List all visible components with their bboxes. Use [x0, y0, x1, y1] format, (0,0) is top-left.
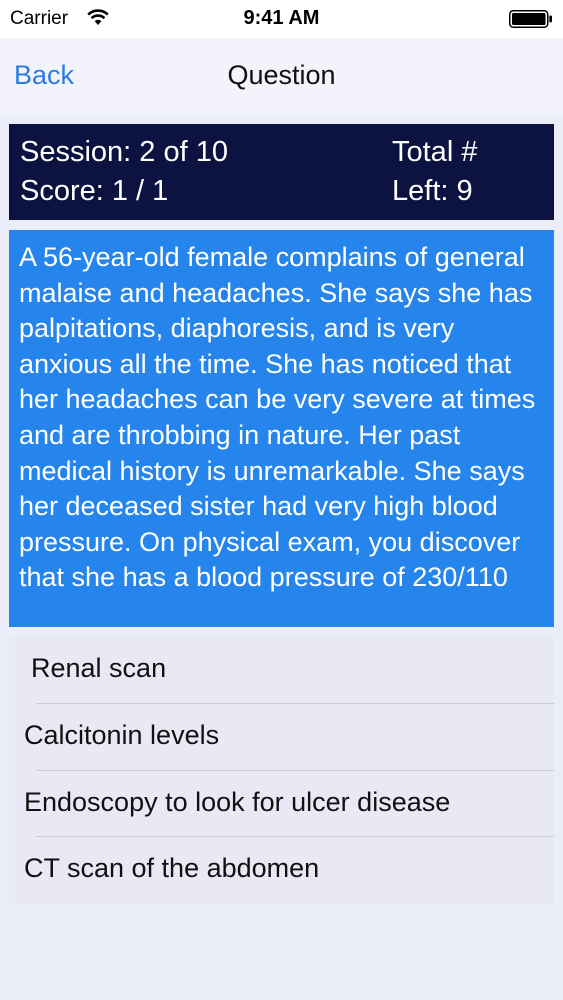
- question-text: A 56-year-old female complains of genera…: [19, 242, 536, 593]
- answer-option[interactable]: Endoscopy to look for ulcer disease: [9, 771, 554, 838]
- answer-option-label: Endoscopy to look for ulcer disease: [24, 786, 451, 817]
- score-label: Score: 1 / 1: [20, 175, 169, 207]
- session-label: Session: 2 of 10: [20, 136, 228, 168]
- answer-option[interactable]: Calcitonin levels: [9, 704, 554, 771]
- battery-icon: [509, 10, 552, 28]
- questions-left-label: Left: 9: [392, 175, 473, 207]
- score-panel: Session: 2 of 10 Score: 1 / 1 Total # Le…: [9, 124, 554, 220]
- total-label: Total #: [392, 136, 478, 168]
- question-panel[interactable]: A 56-year-old female complains of genera…: [9, 230, 554, 627]
- answer-list: Renal scan Calcitonin levels Endoscopy t…: [9, 637, 554, 904]
- answer-option[interactable]: Renal scan: [9, 637, 554, 704]
- answer-option-label: CT scan of the abdomen: [24, 853, 320, 884]
- status-time: 9:41 AM: [243, 7, 320, 29]
- answer-option-label: Renal scan: [31, 653, 167, 683]
- page-title: Question: [227, 60, 336, 90]
- answer-option-label: Calcitonin levels: [24, 719, 220, 750]
- status-bar: Carrier 9:41 AM: [0, 0, 563, 38]
- navigation-bar: Back Question: [0, 38, 563, 116]
- answer-option[interactable]: CT scan of the abdomen: [9, 837, 554, 904]
